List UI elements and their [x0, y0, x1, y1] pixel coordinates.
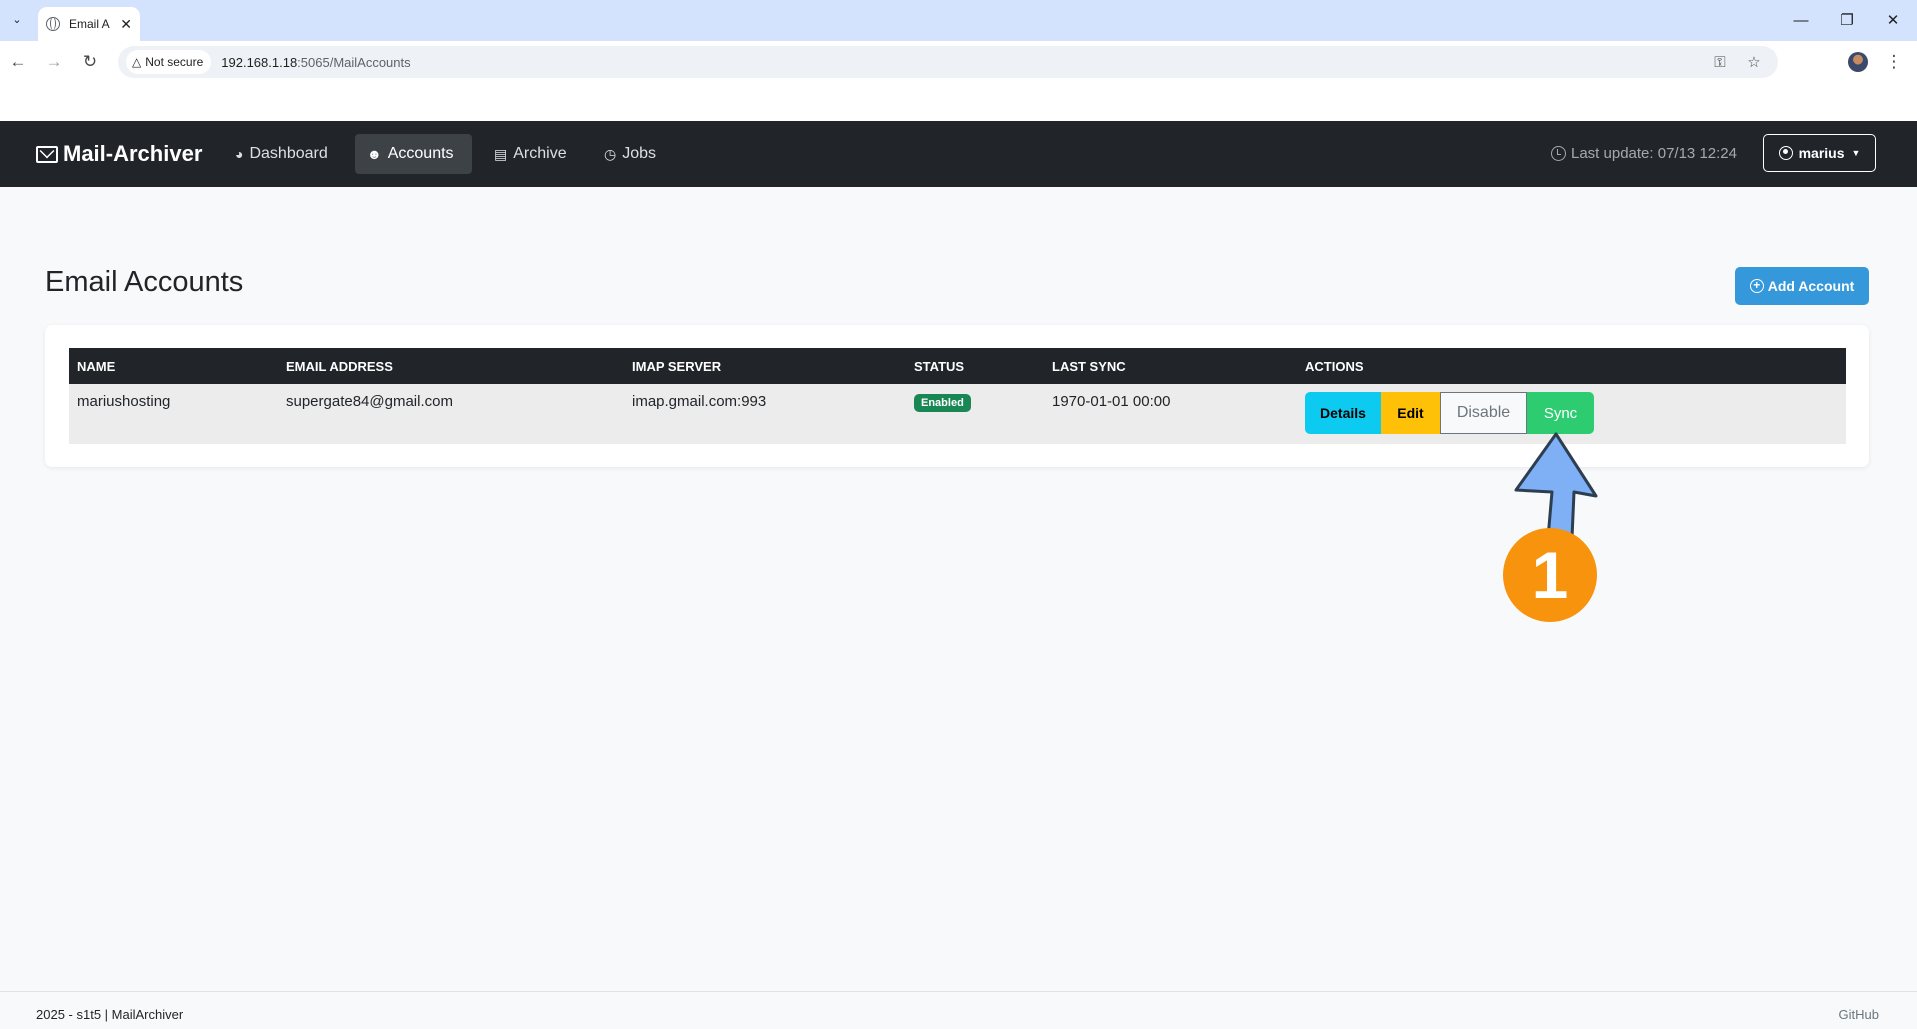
- browser-tab[interactable]: Email A ✕: [38, 7, 140, 41]
- page-top-spacer: [0, 82, 1917, 121]
- annotation-arrow-icon: [1514, 432, 1598, 540]
- url-host: 192.168.1.18: [221, 54, 298, 70]
- header-email: EMAIL ADDRESS: [286, 358, 393, 374]
- account-status-cell: Enabled: [906, 384, 1044, 444]
- add-account-label: Add Account: [1767, 278, 1855, 294]
- step-number-badge: 1: [1503, 528, 1597, 622]
- action-button-group: Details Edit Disable Sync: [1305, 392, 1838, 434]
- close-window-icon[interactable]: ✕: [1878, 8, 1908, 32]
- archive-box-icon: ▤: [494, 145, 508, 162]
- person-icon: ☻: [367, 146, 382, 162]
- tab-search-icon[interactable]: ⌄: [6, 8, 28, 30]
- app-navbar: Mail-Archiver ◕ Dashboard ☻ Accounts ▤ A…: [0, 121, 1917, 187]
- account-imap: imap.gmail.com:993: [632, 393, 767, 410]
- header-actions: ACTIONS: [1305, 358, 1364, 374]
- brand-link[interactable]: Mail-Archiver: [36, 141, 202, 167]
- account-email: supergate84@gmail.com: [286, 393, 453, 410]
- account-last-sync: 1970-01-01 00:00: [1052, 393, 1171, 410]
- password-key-icon[interactable]: ⚿: [1708, 50, 1732, 74]
- nav-archive-label: Archive: [513, 145, 567, 162]
- minimize-icon[interactable]: —: [1786, 8, 1816, 32]
- header-status: STATUS: [914, 358, 965, 374]
- header-name: NAME: [77, 358, 116, 374]
- nav-dashboard[interactable]: ◕ Dashboard: [223, 134, 340, 174]
- back-icon[interactable]: ←: [6, 50, 30, 74]
- nav-dashboard-label: Dashboard: [249, 145, 328, 162]
- url-path: :5065/MailAccounts: [297, 54, 411, 70]
- browser-menu-icon[interactable]: ⋮: [1884, 50, 1904, 74]
- profile-avatar[interactable]: [1848, 52, 1868, 72]
- url-text: 192.168.1.18:5065/MailAccounts: [221, 55, 410, 70]
- nav-jobs[interactable]: ◷ Jobs: [592, 134, 668, 174]
- last-update-text: Last update: 07/13 12:24: [1571, 145, 1737, 162]
- gauge-icon: ◕: [235, 146, 244, 162]
- nav-accounts-label: Accounts: [387, 145, 454, 162]
- brand-name: Mail-Archiver: [63, 141, 203, 166]
- tab-title: Email A: [69, 17, 110, 31]
- plus-circle-icon: +: [1749, 279, 1764, 293]
- caret-down-icon: ▼: [1851, 148, 1861, 158]
- account-name: mariushosting: [77, 393, 171, 410]
- restore-icon[interactable]: ❐: [1832, 8, 1862, 32]
- details-button[interactable]: Details: [1305, 392, 1381, 434]
- page-footer: 2025 - s1t5 | MailArchiver GitHub: [0, 991, 1917, 1029]
- nav-accounts[interactable]: ☻ Accounts: [355, 134, 472, 174]
- close-tab-icon[interactable]: ✕: [120, 16, 132, 33]
- last-update: Last update: 07/13 12:24: [1551, 145, 1737, 162]
- header-last-sync: LAST SYNC: [1052, 358, 1126, 374]
- clock-icon: [1551, 146, 1566, 161]
- header-imap: IMAP SERVER: [632, 358, 722, 374]
- address-bar[interactable]: △ Not secure 192.168.1.18:5065/MailAccou…: [118, 46, 1778, 78]
- security-label: Not secure: [145, 55, 204, 69]
- reload-icon[interactable]: ↻: [78, 50, 102, 74]
- user-name: marius: [1798, 145, 1845, 161]
- browser-tab-bar: ⌄ Email A ✕ — ❐ ✕: [0, 0, 1917, 41]
- disable-button[interactable]: Disable: [1440, 392, 1527, 434]
- user-menu-button[interactable]: marius ▼: [1763, 134, 1876, 172]
- page-title: Email Accounts: [45, 266, 244, 298]
- browser-toolbar: ← → ↻ △ Not secure 192.168.1.18:5065/Mai…: [0, 41, 1917, 82]
- add-account-button[interactable]: + Add Account: [1735, 267, 1869, 305]
- footer-copyright: 2025 - s1t5 | MailArchiver: [36, 1007, 184, 1022]
- security-chip[interactable]: △ Not secure: [126, 50, 212, 74]
- clock-icon: ◷: [604, 145, 617, 162]
- forward-icon[interactable]: →: [42, 50, 66, 74]
- github-link[interactable]: GitHub: [1839, 1007, 1879, 1022]
- user-circle-icon: [1778, 146, 1793, 160]
- status-badge: Enabled: [914, 394, 971, 412]
- globe-icon: [46, 17, 60, 31]
- nav-jobs-label: Jobs: [622, 145, 657, 162]
- envelope-icon: [36, 145, 58, 163]
- table-header-row: NAME EMAIL ADDRESS IMAP SERVER STATUS LA…: [69, 348, 1846, 384]
- sync-button[interactable]: Sync: [1527, 392, 1594, 434]
- bookmark-star-icon[interactable]: ☆: [1742, 50, 1766, 74]
- warning-icon: △: [132, 55, 142, 69]
- edit-button[interactable]: Edit: [1381, 392, 1440, 434]
- nav-archive[interactable]: ▤ Archive: [482, 134, 579, 174]
